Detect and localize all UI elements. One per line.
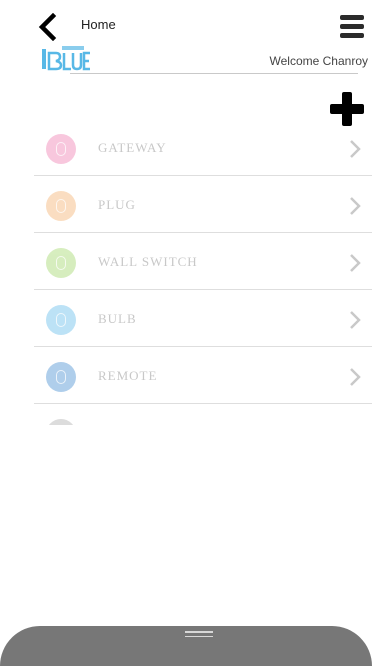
- chevron-right-icon: [348, 195, 362, 217]
- list-item-label: PLUG: [98, 197, 136, 212]
- list-item-bulb[interactable]: BULB: [34, 291, 372, 347]
- list-item-plug[interactable]: PLUG: [34, 177, 372, 233]
- list-item-label: GATEWAY: [98, 140, 167, 155]
- row-divider: [34, 175, 372, 176]
- chevron-right-icon: [348, 252, 362, 274]
- row-divider: [34, 232, 372, 233]
- drawer-handle-icon[interactable]: [185, 631, 213, 641]
- list-item-label: WALL SWITCH: [98, 254, 198, 269]
- chevron-right-icon: [348, 423, 362, 425]
- row-divider: [34, 403, 372, 404]
- wall-switch-icon: [46, 248, 76, 278]
- list-item-label: REMOTE: [98, 368, 158, 383]
- hamburger-menu-icon[interactable]: [340, 15, 364, 39]
- list-item-partial[interactable]: [34, 405, 372, 425]
- header-divider: [70, 73, 358, 74]
- device-icon: [46, 419, 76, 425]
- row-divider: [34, 346, 372, 347]
- app-screen: Home Welcome Chanroy GATEWAY PLUG WALL S…: [8, 0, 372, 641]
- list-item-gateway[interactable]: GATEWAY: [34, 120, 372, 176]
- device-category-list: GATEWAY PLUG WALL SWITCH BULB REMOTE: [34, 120, 372, 425]
- gateway-icon: [46, 134, 76, 164]
- chevron-right-icon: [348, 366, 362, 388]
- chevron-right-icon: [348, 138, 362, 160]
- remote-icon: [46, 362, 76, 392]
- list-item-wall-switch[interactable]: WALL SWITCH: [34, 234, 372, 290]
- brand-logo-icon: [42, 46, 90, 72]
- plug-icon: [46, 191, 76, 221]
- bulb-icon: [46, 305, 76, 335]
- welcome-text: Welcome Chanroy: [269, 54, 368, 68]
- chevron-right-icon: [348, 309, 362, 331]
- page-title: Home: [81, 17, 116, 32]
- list-item-remote[interactable]: REMOTE: [34, 348, 372, 404]
- row-divider: [34, 289, 372, 290]
- back-arrow-icon[interactable]: [36, 12, 58, 42]
- list-item-label: BULB: [98, 311, 137, 326]
